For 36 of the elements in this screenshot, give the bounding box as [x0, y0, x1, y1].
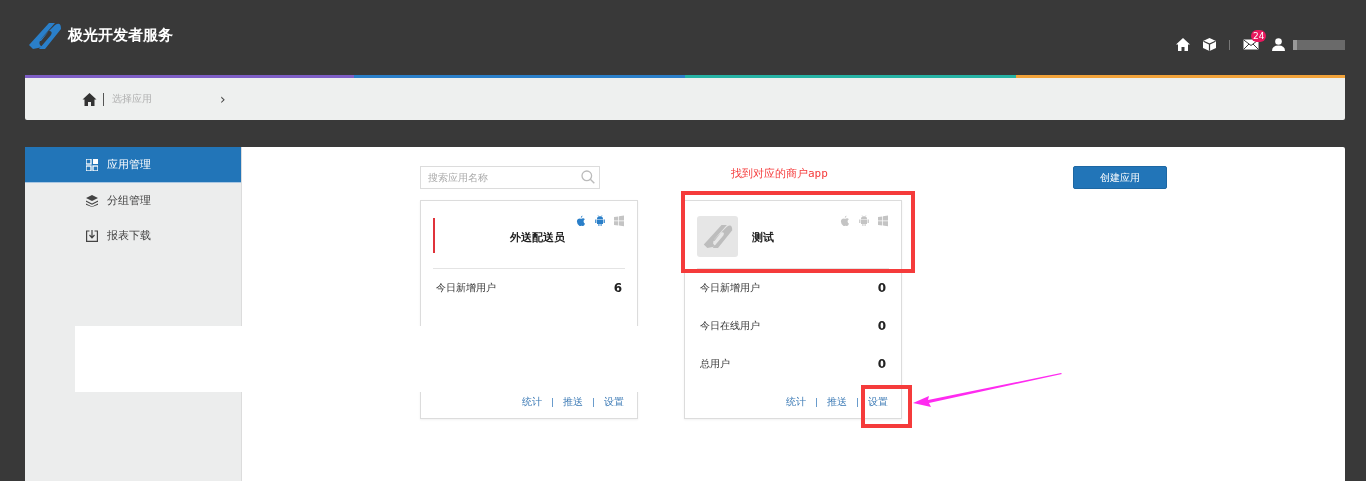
home-icon[interactable]	[1176, 38, 1190, 51]
stat-label: 今日新增用户	[700, 281, 760, 295]
stat-value: 0	[877, 281, 886, 295]
stat-label: 总用户	[700, 357, 730, 371]
user-icon[interactable]	[1272, 38, 1285, 51]
card-link[interactable]: 统计	[786, 395, 806, 409]
app-logo-icon	[697, 215, 738, 257]
sidebar-menu-item[interactable]: 分组管理	[25, 183, 241, 218]
app-name: 测试	[752, 229, 774, 245]
search-field[interactable]: 搜索应用名称	[420, 166, 600, 189]
mail-icon[interactable]	[1243, 39, 1259, 50]
annotation-text: 找到对应的商户app	[731, 166, 828, 181]
redacted-username-block	[1293, 39, 1345, 50]
cube-icon[interactable]	[1203, 38, 1216, 51]
grid-icon	[86, 158, 98, 171]
logo-text: 极光开发者服务	[68, 26, 173, 45]
card-link[interactable]: 设置	[604, 395, 624, 409]
card-link[interactable]: 推送	[827, 395, 847, 409]
chevron-icon: ›	[220, 91, 226, 107]
stat-label: 今日新增用户	[436, 281, 496, 295]
card-link[interactable]: 推送	[563, 395, 583, 409]
download-icon	[86, 229, 98, 242]
create-app-button[interactable]: 创建应用	[1073, 166, 1167, 189]
layers-icon	[86, 194, 98, 207]
stat-value: 0	[877, 319, 886, 333]
card-link[interactable]: 统计	[522, 395, 542, 409]
sidebar-menu-item[interactable]: 应用管理	[25, 147, 241, 183]
stat-label: 今日在线用户	[700, 319, 760, 333]
card-link[interactable]: 设置	[868, 395, 888, 409]
app-name: 外送配送员	[510, 229, 565, 245]
home-icon[interactable]	[82, 92, 97, 106]
stat-value: 0	[877, 357, 886, 371]
stat-value: 6	[613, 281, 622, 295]
broken-image-line	[433, 218, 435, 253]
sidebar-menu-item[interactable]: 报表下载	[25, 218, 241, 253]
message-count-badge: 24	[1251, 30, 1267, 42]
